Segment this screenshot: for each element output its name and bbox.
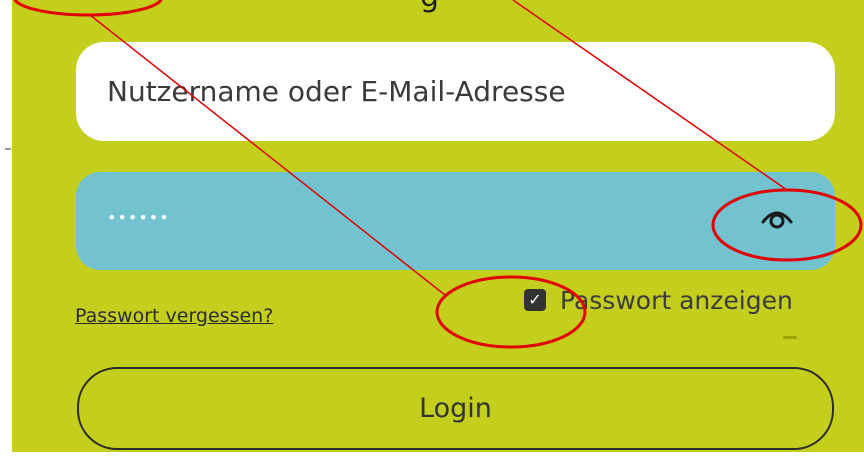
decorative-dash xyxy=(783,336,797,339)
checkmark-icon: ✓ xyxy=(528,290,542,309)
username-field[interactable] xyxy=(76,42,835,141)
header-partial-text: g xyxy=(420,0,439,12)
login-button[interactable]: Login xyxy=(77,367,834,450)
password-field[interactable]: •••••• xyxy=(76,172,835,270)
show-password-checkbox[interactable]: ✓ xyxy=(524,289,546,311)
show-password-toggle[interactable]: ✓ Passwort anzeigen xyxy=(524,283,793,317)
show-password-label: Passwort anzeigen xyxy=(560,285,793,315)
login-button-label: Login xyxy=(419,393,492,424)
forgot-password-link[interactable]: Passwort vergessen? xyxy=(75,305,273,327)
eye-icon[interactable] xyxy=(760,206,794,230)
password-value: •••••• xyxy=(107,208,170,227)
edge-mark xyxy=(5,148,11,150)
username-input[interactable] xyxy=(76,42,835,141)
